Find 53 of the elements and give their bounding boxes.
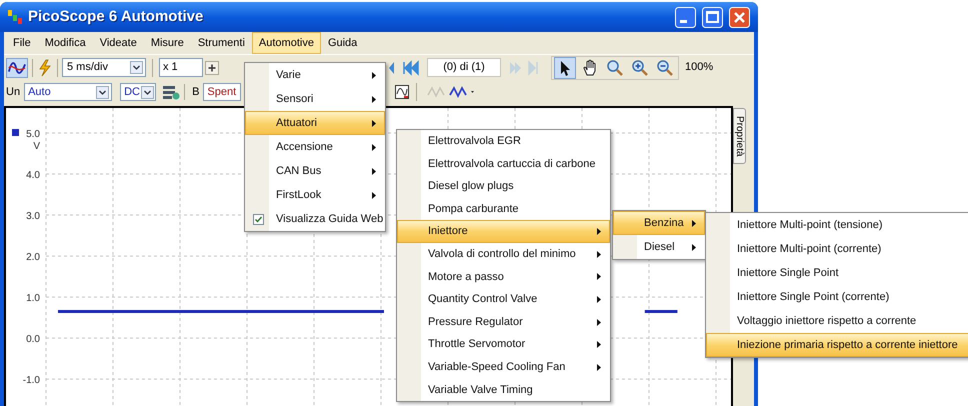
menu-bar-item[interactable]: File	[6, 32, 38, 54]
menu-item[interactable]: Sensori	[245, 87, 385, 111]
y-axis-label: -1.0	[22, 375, 40, 386]
menu-item[interactable]: Valvola di controllo del minimo	[397, 242, 610, 266]
menu-bar-item[interactable]: Guida	[320, 32, 364, 54]
menu-item[interactable]: Variable-Speed Cooling Fan	[397, 356, 610, 379]
timebase-dropdown[interactable]: 5 ms/div	[62, 58, 146, 77]
menu-item[interactable]: Iniettore Multi-point (tensione)	[706, 213, 968, 237]
menu-bar-item[interactable]: Misure	[144, 32, 191, 54]
y-axis-label: 5.0	[26, 129, 40, 140]
y-axis-label: 1.0	[26, 293, 40, 304]
coupling-dropdown[interactable]: DC	[120, 83, 156, 101]
multiplier-field[interactable]: x 1	[159, 58, 203, 77]
unit-label: V	[33, 141, 40, 152]
y-axis-label: 0.0	[26, 334, 40, 346]
menu-item[interactable]: Quantity Control Valve	[397, 288, 610, 311]
menu-item[interactable]: Diesel glow plugs	[397, 175, 610, 198]
menu-item[interactable]: Elettrovalvola cartuccia di carbone	[397, 152, 610, 176]
y-axis-label: 3.0	[26, 211, 40, 222]
window-title: PicoScope 6 Automotive	[28, 6, 204, 27]
menu-item[interactable]: Elettrovalvola EGR	[397, 130, 610, 153]
buffer-field[interactable]: (0) di (1)	[427, 58, 501, 77]
menu-item[interactable]: Varie	[245, 63, 385, 87]
menu-item[interactable]: Benzina	[613, 211, 705, 235]
channel-label: Un	[6, 84, 20, 100]
menu-item[interactable]: Visualizza Guida Web	[245, 207, 385, 231]
properties-tab[interactable]: Proprietà	[733, 108, 746, 164]
menu-item[interactable]: Iniettore Multi-point (corrente)	[706, 237, 968, 261]
menu-item[interactable]: CAN Bus	[245, 159, 385, 183]
menu-item[interactable]: Attuatori	[245, 111, 385, 135]
menu-item[interactable]: Diesel	[613, 235, 705, 259]
menu-item[interactable]: Iniettore Single Point	[706, 261, 968, 285]
menu-item[interactable]: Pompa carburante	[397, 198, 610, 220]
menu-item[interactable]: Throttle Servomotor	[397, 333, 610, 356]
menu-item[interactable]: Iniettore Single Point (corrente)	[706, 285, 968, 309]
y-axis-label: 4.0	[26, 170, 40, 182]
menu-item[interactable]: Variable Valve Timing	[397, 378, 610, 402]
channel-label: B	[192, 84, 200, 100]
menu-bar-item[interactable]: Strumenti	[190, 32, 252, 54]
menu-bar-item[interactable]: Videate	[92, 32, 144, 54]
zoom-level: 100%	[685, 60, 714, 76]
menu-item[interactable]: Motore a passo	[397, 266, 610, 288]
range-dropdown[interactable]: Auto	[24, 83, 112, 101]
channel-b-range-field[interactable]: Spent	[203, 83, 242, 101]
menu-item[interactable]: FirstLook	[245, 183, 385, 207]
menu-item[interactable]: Accensione	[245, 135, 385, 159]
y-axis-label: 2.0	[26, 252, 40, 264]
menu-item[interactable]: Pressure Regulator	[397, 310, 610, 334]
menu-bar-item[interactable]: Automotive	[252, 32, 321, 54]
menu-item[interactable]: Voltaggio iniettore rispetto a corrente	[706, 309, 968, 333]
menu-item[interactable]: Iniettore	[397, 220, 610, 243]
menu-bar-item[interactable]: Modifica	[38, 32, 93, 54]
menu-item[interactable]: Iniezione primaria rispetto a corrente iniettore	[706, 333, 968, 357]
